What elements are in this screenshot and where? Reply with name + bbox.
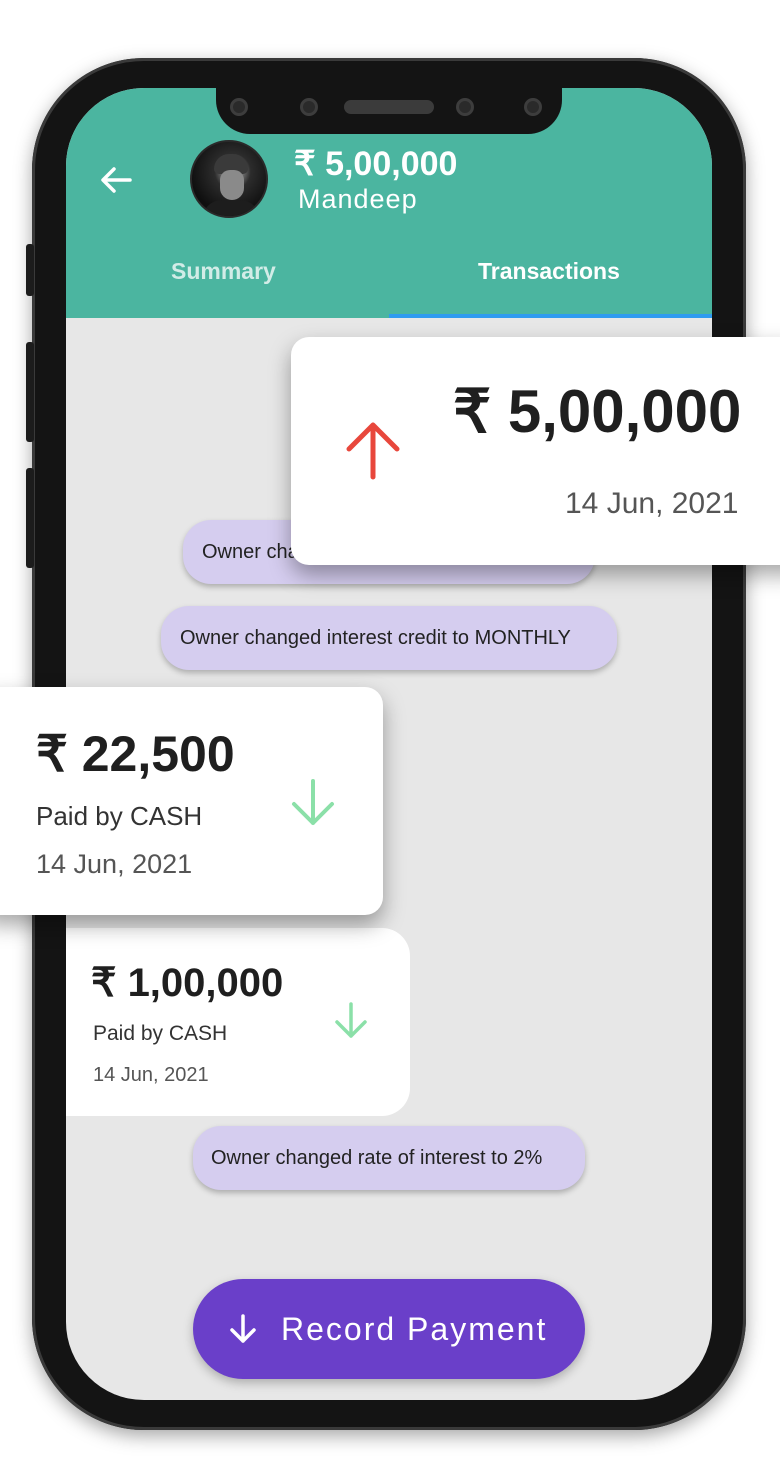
activity-message: Owner changed rate of interest to 2%	[193, 1126, 585, 1190]
side-button	[26, 342, 34, 442]
camera-icon	[456, 98, 474, 116]
activity-message: Owner changed interest credit to MONTHLY	[161, 606, 617, 670]
contact-name: Mandeep	[298, 184, 418, 214]
transaction-date: 14 Jun, 2021	[36, 849, 193, 879]
record-payment-label: Record Payment	[281, 1310, 548, 1347]
tab-active-indicator	[389, 314, 712, 318]
activity-message-text: Owner changed rate of interest to 2%	[211, 1146, 543, 1169]
arrow-down-icon	[330, 1000, 372, 1047]
transaction-card-highlight[interactable]: ₹ 5,00,000 14 Jun, 2021	[291, 337, 780, 565]
avatar[interactable]	[190, 140, 268, 218]
payment-method: Paid by CASH	[36, 801, 203, 831]
arrow-down-icon	[227, 1313, 259, 1345]
transaction-card-highlight[interactable]: ₹ 22,500 Paid by CASH 14 Jun, 2021	[0, 687, 383, 915]
side-button	[26, 244, 34, 296]
sensor-icon	[524, 98, 542, 116]
activity-message-text: Owner cha	[202, 540, 299, 563]
back-arrow-icon[interactable]	[96, 160, 136, 200]
record-payment-button[interactable]: Record Payment	[193, 1279, 585, 1379]
camera-icon	[230, 98, 248, 116]
transaction-amount: ₹ 1,00,000	[91, 961, 284, 1005]
arrow-down-icon	[287, 777, 339, 834]
tab-transactions[interactable]: Transactions	[478, 258, 620, 285]
side-button	[26, 468, 34, 568]
phone-notch	[216, 88, 562, 134]
transaction-amount: ₹ 22,500	[36, 726, 235, 782]
speaker-grille	[344, 100, 434, 114]
arrow-up-icon	[343, 419, 403, 486]
payment-method: Paid by CASH	[93, 1022, 228, 1045]
transaction-date: 14 Jun, 2021	[93, 1064, 209, 1086]
transaction-card[interactable]: ₹ 1,00,000 Paid by CASH 14 Jun, 2021	[66, 928, 410, 1116]
tab-summary[interactable]: Summary	[171, 258, 276, 285]
activity-message-text: Owner changed interest credit to MONTHLY	[180, 626, 571, 649]
app-header: ₹ 5,00,000 Mandeep Summary Transactions	[66, 88, 712, 318]
sensor-icon	[300, 98, 318, 116]
transaction-amount: ₹ 5,00,000	[453, 378, 742, 445]
transaction-date: 14 Jun, 2021	[565, 487, 739, 520]
header-balance: ₹ 5,00,000	[294, 145, 458, 183]
